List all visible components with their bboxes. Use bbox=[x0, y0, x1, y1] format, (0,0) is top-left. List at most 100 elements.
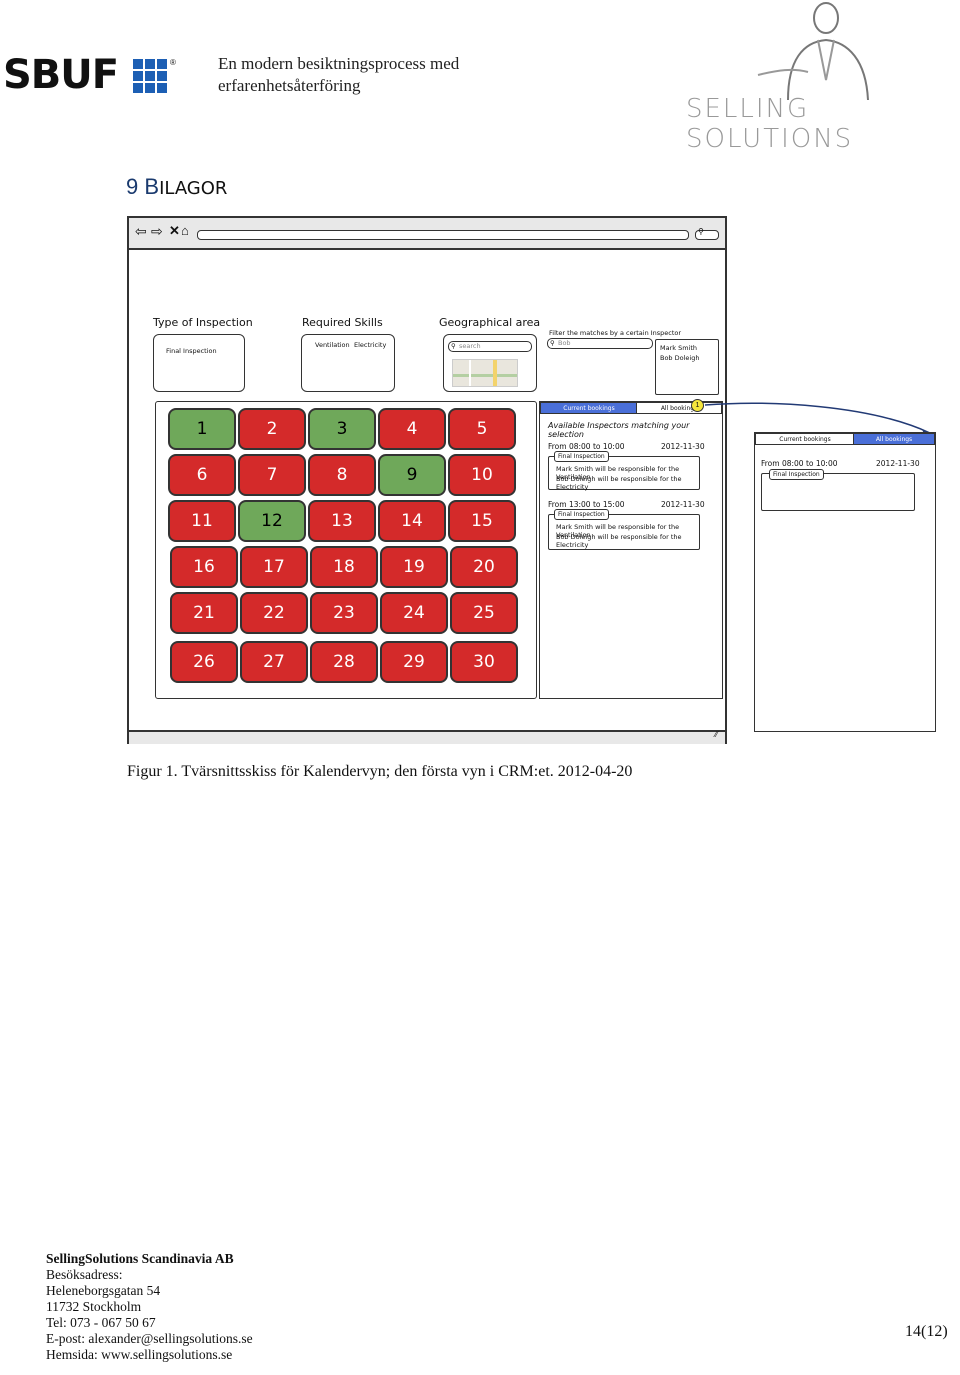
inspector-list[interactable]: Mark Smith Bob Doleigh bbox=[655, 339, 719, 395]
skill-electricity[interactable]: Electricity bbox=[354, 341, 386, 349]
geographical-area-label: Geographical area bbox=[439, 316, 541, 329]
side-slot-time: From 08:00 to 10:00 bbox=[761, 459, 838, 468]
calendar-day-25[interactable]: 25 bbox=[450, 592, 518, 634]
calendar-day-15[interactable]: 15 bbox=[448, 500, 516, 542]
required-skills-label: Required Skills bbox=[302, 316, 383, 329]
side-slot-card[interactable]: Final Inspection bbox=[761, 469, 915, 511]
calendar-day-9[interactable]: 9 bbox=[378, 454, 446, 496]
side-bookings-panel: Current bookings All bookings From 08:00… bbox=[754, 432, 936, 732]
sbuf-logo-text: SBUF bbox=[3, 52, 119, 98]
map-thumbnail[interactable] bbox=[452, 359, 518, 387]
calendar-day-11[interactable]: 11 bbox=[168, 500, 236, 542]
inspector-filter-label: Filter the matches by a certain Inspecto… bbox=[549, 329, 682, 337]
calendar-day-27[interactable]: 27 bbox=[240, 641, 308, 683]
document-title-line2: erfarenhetsåterföring bbox=[218, 76, 361, 95]
calendar-day-26[interactable]: 26 bbox=[170, 641, 238, 683]
section-title-rest: ILAGOR bbox=[159, 178, 228, 199]
inspector-item-mark-smith[interactable]: Mark Smith bbox=[660, 344, 697, 352]
geo-search-placeholder: search bbox=[459, 342, 481, 350]
calendar-day-19[interactable]: 19 bbox=[380, 546, 448, 588]
side-slot-date: 2012-11-30 bbox=[876, 459, 920, 468]
browser-search-box[interactable]: ⚲ bbox=[695, 227, 719, 240]
inspector-search-value: Bob bbox=[558, 339, 571, 347]
type-of-inspection-label: Type of Inspection bbox=[153, 316, 253, 329]
footer-visit-label: Besöksadress: bbox=[46, 1267, 123, 1282]
calendar-day-16[interactable]: 16 bbox=[170, 546, 238, 588]
calendar-day-7[interactable]: 7 bbox=[238, 454, 306, 496]
slot1-date: 2012-11-30 bbox=[661, 442, 705, 451]
footer-city: 11732 Stockholm bbox=[46, 1299, 142, 1314]
slot2-card[interactable]: Final Inspection Mark Smith will be resp… bbox=[548, 509, 700, 550]
calendar-day-10[interactable]: 10 bbox=[448, 454, 516, 496]
home-icon[interactable]: ⌂ bbox=[181, 223, 189, 238]
calendar-day-24[interactable]: 24 bbox=[380, 592, 448, 634]
browser-toolbar: ⇦ ⇨ ✕ ⌂ ⚲ bbox=[129, 218, 725, 250]
section-title-first: B bbox=[144, 174, 160, 199]
inspector-search-input[interactable]: ⚲ Bob bbox=[547, 338, 653, 349]
footer-address: SellingSolutions Scandinavia AB Besöksad… bbox=[46, 1251, 253, 1363]
calendar-day-5[interactable]: 5 bbox=[448, 408, 516, 450]
selling-solutions-logo: SELLING SOLUTIONS bbox=[686, 0, 958, 154]
calendar-day-29[interactable]: 29 bbox=[380, 641, 448, 683]
browser-status-bar: ⁄⁄ bbox=[129, 730, 725, 744]
search-icon: ⚲ bbox=[550, 339, 555, 347]
calendar-day-18[interactable]: 18 bbox=[310, 546, 378, 588]
url-bar[interactable] bbox=[197, 230, 689, 240]
document-title-line1: En modern besiktningsprocess med bbox=[218, 54, 460, 73]
businessman-figure-icon bbox=[757, 2, 869, 100]
side-tab-all-bookings[interactable]: All bookings bbox=[853, 433, 935, 445]
required-skills-list[interactable]: Ventilation Electricity bbox=[301, 334, 395, 392]
geographical-area-panel: ⚲ search bbox=[443, 334, 537, 392]
calendar-day-28[interactable]: 28 bbox=[310, 641, 378, 683]
footer-web[interactable]: Hemsida: www.sellingsolutions.se bbox=[46, 1347, 253, 1363]
inspector-item-bob-doleigh[interactable]: Bob Doleigh bbox=[660, 354, 699, 362]
calendar-day-2[interactable]: 2 bbox=[238, 408, 306, 450]
calendar-day-4[interactable]: 4 bbox=[378, 408, 446, 450]
calendar-day-22[interactable]: 22 bbox=[240, 592, 308, 634]
tab-current-bookings[interactable]: Current bookings bbox=[540, 402, 638, 414]
calendar-day-1[interactable]: 1 bbox=[168, 408, 236, 450]
calendar-day-8[interactable]: 8 bbox=[308, 454, 376, 496]
calendar-day-3[interactable]: 3 bbox=[308, 408, 376, 450]
forward-arrow-icon[interactable]: ⇨ bbox=[151, 223, 163, 240]
calendar-day-13[interactable]: 13 bbox=[308, 500, 376, 542]
calendar-day-12[interactable]: 12 bbox=[238, 500, 306, 542]
selling-solutions-text: SELLING SOLUTIONS bbox=[686, 94, 854, 154]
slot2-date: 2012-11-30 bbox=[661, 500, 705, 509]
slot1-card[interactable]: Final Inspection Mark Smith will be resp… bbox=[548, 451, 700, 491]
available-inspectors-title: Available Inspectors matching your selec… bbox=[548, 421, 690, 439]
sbuf-grid-icon bbox=[133, 59, 167, 93]
slot2-time: From 13:00 to 15:00 bbox=[548, 500, 625, 509]
close-icon[interactable]: ✕ bbox=[169, 223, 180, 239]
slot2-type-badge: Final Inspection bbox=[554, 509, 609, 520]
footer-street: Heleneborgsgatan 54 bbox=[46, 1283, 161, 1298]
slot1-time: From 08:00 to 10:00 bbox=[548, 442, 625, 451]
calendar-day-17[interactable]: 17 bbox=[240, 546, 308, 588]
slot1-line2: Bob Doleigh will be responsible for the … bbox=[556, 475, 682, 491]
footer-email[interactable]: E-post: alexander@sellingsolutions.se bbox=[46, 1331, 253, 1347]
document-title: En modern besiktningsprocess med erfaren… bbox=[218, 53, 459, 97]
geo-search-input[interactable]: ⚲ search bbox=[448, 341, 532, 352]
slot2-line2: Bob Doleigh will be responsible for the … bbox=[556, 533, 682, 549]
skill-ventilation[interactable]: Ventilation bbox=[315, 341, 350, 349]
back-arrow-icon[interactable]: ⇦ bbox=[135, 223, 147, 240]
browser-window-mockup: ⇦ ⇨ ✕ ⌂ ⚲ Type of Inspection Final Inspe… bbox=[127, 216, 727, 744]
registered-icon: ® bbox=[170, 58, 176, 67]
type-of-inspection-list[interactable]: Final Inspection bbox=[153, 334, 245, 392]
calendar-day-21[interactable]: 21 bbox=[170, 592, 238, 634]
resize-grip-icon[interactable]: ⁄⁄ bbox=[715, 730, 718, 739]
section-number: 9 bbox=[126, 174, 139, 199]
calendar-day-30[interactable]: 30 bbox=[450, 641, 518, 683]
calendar-day-23[interactable]: 23 bbox=[310, 592, 378, 634]
calendar-day-20[interactable]: 20 bbox=[450, 546, 518, 588]
bookings-panel: Current bookings All bookings 1 Availabl… bbox=[539, 399, 723, 699]
search-icon: ⚲ bbox=[451, 342, 456, 350]
inspection-type-item[interactable]: Final Inspection bbox=[166, 347, 217, 355]
section-heading: 9 BILAGOR bbox=[126, 174, 227, 200]
calendar-day-6[interactable]: 6 bbox=[168, 454, 236, 496]
slot1-type-badge: Final Inspection bbox=[554, 451, 609, 462]
footer-phone: Tel: 073 - 067 50 67 bbox=[46, 1315, 156, 1330]
calendar-day-14[interactable]: 14 bbox=[378, 500, 446, 542]
calendar-panel: 1 2 3 4 5 6 7 8 9 10 11 12 13 14 15 16 17 18 19 20 21 22 23 24 2… bbox=[155, 401, 537, 699]
side-tab-current-bookings[interactable]: Current bookings bbox=[755, 433, 855, 445]
